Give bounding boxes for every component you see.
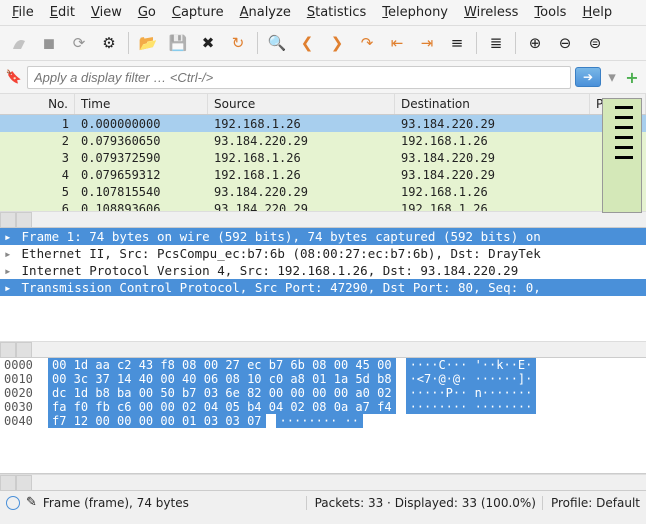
packet-list-pane: No. Time Source Destination P 10.0000000… bbox=[0, 94, 646, 228]
apply-filter-button[interactable]: ➔ bbox=[575, 67, 601, 87]
packet-list-body[interactable]: 10.000000000192.168.1.2693.184.220.2920.… bbox=[0, 115, 646, 211]
filter-bar: 🔖 ➔ ▾ + bbox=[0, 61, 646, 94]
col-no[interactable]: No. bbox=[0, 94, 75, 114]
hex-row[interactable]: 0030fa f0 fb c6 00 00 02 04 05 b4 04 02 … bbox=[0, 400, 646, 414]
colorize-icon[interactable]: ≣ bbox=[483, 30, 509, 56]
packet-diagram-minimap[interactable] bbox=[602, 98, 642, 213]
zoom-in-icon[interactable]: ⊕ bbox=[522, 30, 548, 56]
zoom-out-icon[interactable]: ⊖ bbox=[552, 30, 578, 56]
first-icon[interactable]: ⇤ bbox=[384, 30, 410, 56]
hex-row[interactable]: 0020dc 1d b8 ba 00 50 b7 03 6e 82 00 00 … bbox=[0, 386, 646, 400]
packet-row[interactable]: 10.000000000192.168.1.2693.184.220.29 bbox=[0, 115, 646, 132]
stop-icon[interactable]: ◼ bbox=[36, 30, 62, 56]
menu-wireless[interactable]: Wireless bbox=[456, 2, 526, 23]
status-bar: ✎ Frame (frame), 74 bytes Packets: 33 · … bbox=[0, 490, 646, 514]
hex-row[interactable]: 000000 1d aa c2 43 f8 08 00 27 ec b7 6b … bbox=[0, 358, 646, 372]
separator bbox=[515, 32, 516, 54]
status-packets: Packets: 33 · Displayed: 33 (100.0%) bbox=[306, 496, 536, 510]
status-profile[interactable]: Profile: Default bbox=[542, 496, 640, 510]
separator bbox=[128, 32, 129, 54]
reload-icon[interactable]: ↻ bbox=[225, 30, 251, 56]
menu-analyze[interactable]: Analyze bbox=[232, 2, 299, 23]
packet-row[interactable]: 30.079372590192.168.1.2693.184.220.29 bbox=[0, 149, 646, 166]
menu-bar: FileEditViewGoCaptureAnalyzeStatisticsTe… bbox=[0, 0, 646, 26]
h-scrollbar[interactable] bbox=[0, 341, 646, 357]
menu-help[interactable]: Help bbox=[574, 2, 620, 23]
hex-row[interactable]: 0040f7 12 00 00 00 00 01 03 03 07·······… bbox=[0, 414, 646, 428]
detail-row[interactable]: ▸ Ethernet II, Src: PcsCompu_ec:b7:6b (0… bbox=[0, 245, 646, 262]
packet-details-pane[interactable]: ▸ Frame 1: 74 bytes on wire (592 bits), … bbox=[0, 228, 646, 358]
expert-info-icon[interactable] bbox=[6, 496, 20, 510]
shark-fin-icon[interactable] bbox=[6, 30, 32, 56]
capture-file-icon[interactable]: ✎ bbox=[26, 495, 37, 510]
separator bbox=[257, 32, 258, 54]
menu-tools[interactable]: Tools bbox=[526, 2, 574, 23]
packet-row[interactable]: 60.10889360693.184.220.29192.168.1.26 bbox=[0, 200, 646, 211]
menu-edit[interactable]: Edit bbox=[42, 2, 83, 23]
next-icon[interactable]: ❯ bbox=[324, 30, 350, 56]
jump-icon[interactable]: ↷ bbox=[354, 30, 380, 56]
menu-statistics[interactable]: Statistics bbox=[299, 2, 374, 23]
add-filter-button[interactable]: + bbox=[623, 68, 641, 86]
col-destination[interactable]: Destination bbox=[395, 94, 590, 114]
restart-icon[interactable]: ⟳ bbox=[66, 30, 92, 56]
filter-dropdown-icon[interactable]: ▾ bbox=[605, 64, 619, 90]
save-icon[interactable]: 💾 bbox=[165, 30, 191, 56]
packet-bytes-pane[interactable]: 000000 1d aa c2 43 f8 08 00 27 ec b7 6b … bbox=[0, 358, 646, 474]
packet-row[interactable]: 40.079659312192.168.1.2693.184.220.29 bbox=[0, 166, 646, 183]
menu-go[interactable]: Go bbox=[130, 2, 164, 23]
options-icon[interactable]: ⚙ bbox=[96, 30, 122, 56]
detail-row[interactable]: ▸ Transmission Control Protocol, Src Por… bbox=[0, 279, 646, 296]
packet-row[interactable]: 50.10781554093.184.220.29192.168.1.26 bbox=[0, 183, 646, 200]
h-scrollbar[interactable] bbox=[0, 211, 646, 227]
autoscroll-icon[interactable]: ≡ bbox=[444, 30, 470, 56]
status-left: Frame (frame), 74 bytes bbox=[43, 496, 189, 510]
open-icon[interactable]: 📂 bbox=[135, 30, 161, 56]
menu-view[interactable]: View bbox=[83, 2, 130, 23]
display-filter-input[interactable] bbox=[27, 66, 571, 89]
detail-row[interactable]: ▸ Internet Protocol Version 4, Src: 192.… bbox=[0, 262, 646, 279]
bookmark-icon[interactable]: 🔖 bbox=[5, 68, 23, 86]
close-icon[interactable]: ✖ bbox=[195, 30, 221, 56]
separator bbox=[476, 32, 477, 54]
last-icon[interactable]: ⇥ bbox=[414, 30, 440, 56]
find-icon[interactable]: 🔍 bbox=[264, 30, 290, 56]
main-toolbar: ◼ ⟳ ⚙ 📂 💾 ✖ ↻ 🔍 ❮ ❯ ↷ ⇤ ⇥ ≡ ≣ ⊕ ⊖ ⊜ bbox=[0, 26, 646, 61]
prev-icon[interactable]: ❮ bbox=[294, 30, 320, 56]
zoom-reset-icon[interactable]: ⊜ bbox=[582, 30, 608, 56]
packet-list-header[interactable]: No. Time Source Destination P bbox=[0, 94, 646, 115]
col-source[interactable]: Source bbox=[208, 94, 395, 114]
menu-capture[interactable]: Capture bbox=[164, 2, 232, 23]
hex-row[interactable]: 001000 3c 37 14 40 00 40 06 08 10 c0 a8 … bbox=[0, 372, 646, 386]
menu-telephony[interactable]: Telephony bbox=[374, 2, 456, 23]
h-scrollbar[interactable] bbox=[0, 474, 646, 490]
packet-row[interactable]: 20.07936065093.184.220.29192.168.1.26 bbox=[0, 132, 646, 149]
detail-row[interactable]: ▸ Frame 1: 74 bytes on wire (592 bits), … bbox=[0, 228, 646, 245]
col-time[interactable]: Time bbox=[75, 94, 208, 114]
menu-file[interactable]: File bbox=[4, 2, 42, 23]
